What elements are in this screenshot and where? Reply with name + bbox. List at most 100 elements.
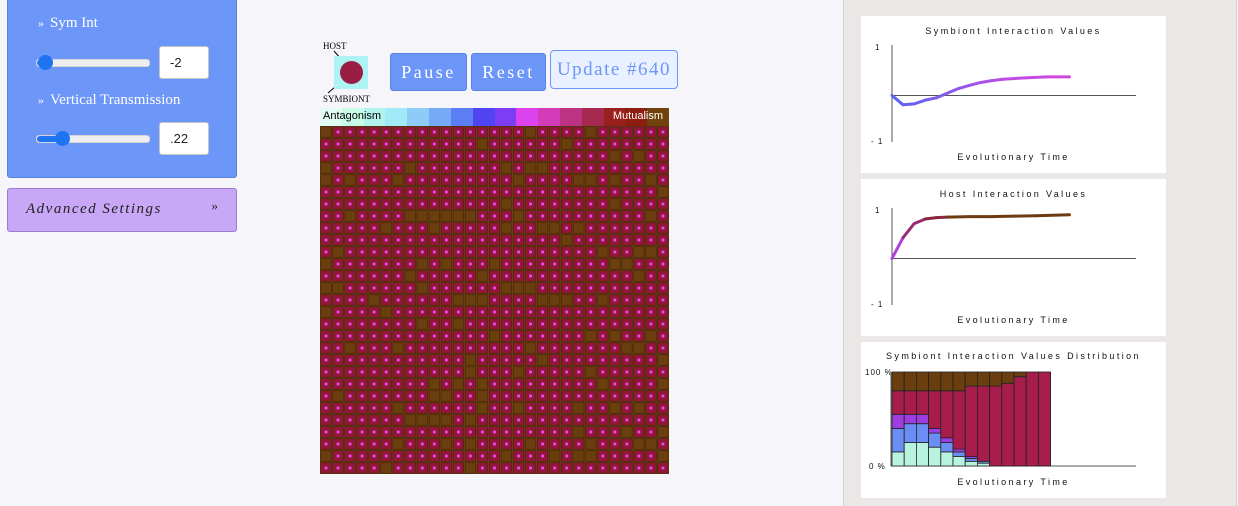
symbiont-dot [589, 166, 593, 170]
symbiont-dot [481, 322, 484, 326]
reset-button[interactable]: Reset [471, 53, 546, 91]
symbiont-dot [444, 202, 448, 206]
symbiont-dot [625, 382, 629, 386]
stacked-bar-segment [916, 390, 930, 415]
symbiont-dot [493, 358, 496, 362]
symbiont-dot [456, 358, 460, 362]
symbiont-dot [565, 334, 569, 338]
stacked-bar-segment [940, 371, 954, 392]
symbiont-dot [601, 214, 605, 218]
double-chevron-down-icon: » [211, 198, 219, 213]
symbiont-dot [396, 214, 400, 218]
symbiont-dot [589, 250, 593, 254]
pause-button[interactable]: Pause [390, 53, 467, 91]
symbiont-dot [408, 358, 412, 362]
symbiont-dot [481, 442, 484, 446]
grid-cell [597, 294, 609, 306]
symbiont-dot [565, 442, 569, 446]
symbiont-dot [372, 214, 376, 218]
symbiont-dot [396, 286, 400, 290]
symbiont-dot [408, 286, 412, 290]
symbiont-dot [589, 358, 593, 362]
stacked-bar-segment [916, 442, 930, 467]
symbiont-dot [372, 310, 376, 314]
symbiont-dot [541, 214, 545, 218]
symbiont-dot [505, 274, 508, 278]
symbiont-dot [481, 166, 484, 170]
symbiont-dot [444, 382, 448, 386]
symbiont-dot [517, 418, 520, 422]
sym-int-label: » Sym Int [38, 15, 98, 32]
symbiont-dot [372, 358, 376, 362]
symbiont-dot [553, 202, 557, 206]
symbiont-dot [649, 358, 653, 362]
symbiont-dot [372, 190, 376, 194]
symbiont-dot [517, 346, 520, 350]
symbiont-dot [589, 154, 593, 158]
series-segment [968, 80, 983, 87]
symbiont-dot [469, 406, 472, 410]
symbiont-dot [493, 382, 496, 386]
world-grid[interactable] [320, 126, 669, 474]
symbiont-dot [336, 382, 340, 386]
sym-int-input[interactable]: -2 [159, 46, 209, 79]
symbiont-dot [408, 406, 412, 410]
symbiont-dot [565, 418, 569, 422]
symbiont-dot [372, 166, 376, 170]
series-segment [979, 79, 994, 84]
symbiont-dot [661, 346, 665, 350]
symbiont-dot [493, 394, 496, 398]
symbiont-dot [372, 418, 376, 422]
symbiont-dot [396, 250, 400, 254]
symbiont-dot [613, 430, 617, 434]
grid-cell [440, 210, 452, 222]
symbiont-dot [493, 466, 496, 470]
symbiont-dot [384, 130, 388, 134]
grid-cell [416, 414, 428, 426]
grid-cell [561, 234, 573, 246]
symbiont-dot [649, 370, 653, 374]
symbiont-dot [541, 394, 545, 398]
vertical-transmission-slider[interactable] [36, 131, 150, 146]
symbiont-dot [577, 370, 581, 374]
stacked-bar-segment [964, 385, 978, 457]
symbiont-dot [613, 322, 617, 326]
vertical-transmission-input[interactable]: .22 [159, 122, 209, 155]
symbiont-dot [348, 334, 352, 338]
advanced-settings-toggle[interactable]: Advanced Settings » [7, 188, 237, 232]
stacked-bar-segment [891, 413, 905, 429]
symbiont-dot [336, 202, 340, 206]
symbiont-dot [372, 238, 376, 242]
symbiont-dot [408, 466, 412, 470]
symbiont-dot [553, 430, 557, 434]
symbiont-dot [384, 286, 388, 290]
symbiont-dot [565, 178, 569, 182]
symbiont-dot [613, 310, 617, 314]
grid-cell [549, 294, 561, 306]
vertical-transmission-slider-knob[interactable] [54, 131, 70, 146]
symbiont-dot [348, 454, 352, 458]
symbiont-dot [348, 382, 352, 386]
symbiont-dot [553, 238, 557, 242]
symbiont-dot [637, 454, 641, 458]
symbiont-dot [324, 298, 328, 302]
symbiont-dot [348, 370, 352, 374]
symbiont-dot [577, 190, 581, 194]
sym-int-slider[interactable] [36, 55, 150, 70]
symbiont-dot [360, 166, 364, 170]
symbiont-dot [613, 382, 617, 386]
symbiont-dot [649, 418, 653, 422]
symbiont-dot [517, 358, 520, 362]
symbiont-dot [360, 358, 364, 362]
symbiont-dot [324, 142, 328, 146]
grid-cell [657, 450, 669, 462]
series-segment [901, 102, 916, 107]
symbiont-dot [396, 154, 400, 158]
sym-int-slider-knob[interactable] [37, 55, 53, 70]
stacked-bar-segment [891, 428, 905, 453]
symbiont-dot [493, 178, 496, 182]
symbiont-dot [553, 418, 557, 422]
symbiont-dot [348, 322, 352, 326]
update-counter-button[interactable]: Update #640 [550, 50, 678, 89]
symbiont-dot [396, 142, 400, 146]
